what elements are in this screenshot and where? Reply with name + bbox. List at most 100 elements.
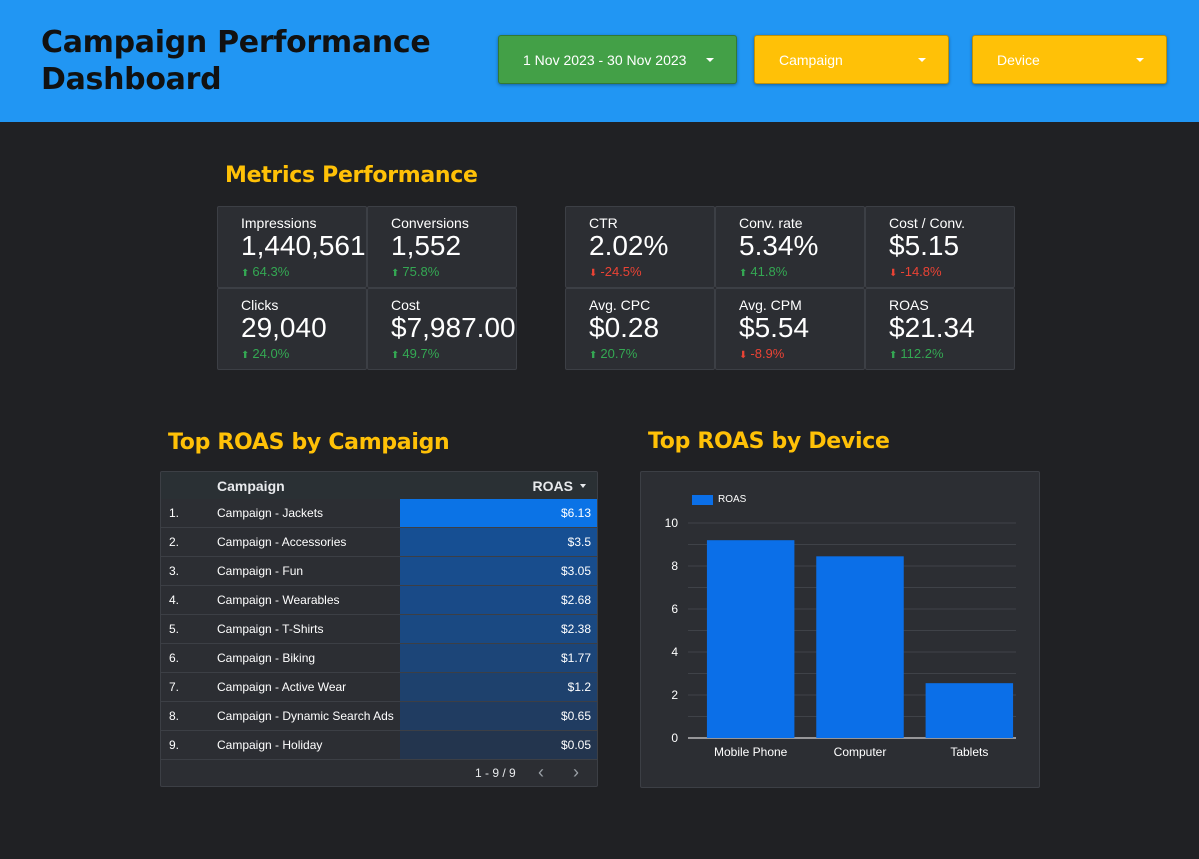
y-tick-label: 4 xyxy=(671,645,678,659)
roas-heat-cell: $0.65 xyxy=(400,702,597,730)
scorecard-value: $5.15 xyxy=(889,230,960,261)
roas-value: $2.38 xyxy=(560,622,591,636)
chevron-left-icon[interactable]: ‹ xyxy=(538,762,544,783)
scorecard-value: $21.34 xyxy=(889,312,975,343)
row-number: 8. xyxy=(169,709,180,723)
row-number: 4. xyxy=(169,593,180,607)
dashboard-header: Campaign Performance Dashboard 1 Nov 202… xyxy=(0,0,1199,122)
campaign-name: Campaign - Wearables xyxy=(217,593,340,607)
scorecard-value: $7,987.00 xyxy=(391,312,516,343)
scorecard-value: 1,440,561 xyxy=(241,230,366,261)
arrow-up-icon: ⬆ xyxy=(739,268,748,279)
date-range-picker[interactable]: 1 Nov 2023 - 30 Nov 2023 xyxy=(498,35,737,84)
campaign-filter-label: Campaign xyxy=(779,52,843,68)
scorecard: Impressions 1,440,561 ⬆ 64.3% xyxy=(217,206,367,288)
arrow-up-icon: ⬆ xyxy=(241,350,250,361)
scorecard-delta: ⬆ 49.7% xyxy=(391,346,439,361)
y-tick-label: 8 xyxy=(671,559,678,573)
x-tick-label: Tablets xyxy=(950,745,988,759)
y-tick-label: 0 xyxy=(671,731,678,745)
scorecard-delta: ⬇ -14.8% xyxy=(889,264,942,279)
scorecard-label: Clicks xyxy=(241,297,279,313)
roas-value: $3.5 xyxy=(567,535,591,549)
arrow-down-icon: ⬇ xyxy=(739,350,748,361)
scorecard-label: Avg. CPC xyxy=(589,297,651,313)
pagination-info: 1 - 9 / 9 xyxy=(475,766,516,780)
device-roas-chart: ROAS 0 2 4 6 8 10 Mobile Phone Computer Tablets xyxy=(640,471,1040,788)
table-row[interactable]: 1. Campaign - Jackets $6.13 xyxy=(161,499,597,528)
scorecard-value: 2.02% xyxy=(589,230,669,261)
device-filter[interactable]: Device xyxy=(972,35,1167,84)
campaign-name: Campaign - T-Shirts xyxy=(217,622,324,636)
column-header-roas[interactable]: ROAS xyxy=(533,478,573,494)
scorecard-value: 29,040 xyxy=(241,312,327,343)
scorecard-delta-value: 112.2% xyxy=(900,346,944,361)
scorecard-delta: ⬆ 75.8% xyxy=(391,264,439,279)
row-number: 9. xyxy=(169,738,180,752)
table-pagination: 1 - 9 / 9 ‹ › xyxy=(161,759,597,786)
roas-heat-cell: $1.2 xyxy=(400,673,597,701)
table-row[interactable]: 8. Campaign - Dynamic Search Ads $0.65 xyxy=(161,702,597,731)
table-row[interactable]: 5. Campaign - T-Shirts $2.38 xyxy=(161,615,597,644)
scorecard-delta-value: -8.9% xyxy=(750,346,785,361)
row-number: 5. xyxy=(169,622,180,636)
campaign-filter[interactable]: Campaign xyxy=(754,35,949,84)
campaign-name: Campaign - Accessories xyxy=(217,535,347,549)
scorecard-label: Impressions xyxy=(241,215,317,231)
arrow-up-icon: ⬆ xyxy=(241,268,250,279)
x-tick-label: Mobile Phone xyxy=(714,745,788,759)
device-chart-title: Top ROAS by Device xyxy=(648,429,890,454)
chevron-down-icon xyxy=(706,58,714,62)
roas-heat-cell: $0.05 xyxy=(400,731,597,759)
roas-value: $0.65 xyxy=(560,709,591,723)
table-row[interactable]: 2. Campaign - Accessories $3.5 xyxy=(161,528,597,557)
row-number: 6. xyxy=(169,651,180,665)
campaign-name: Campaign - Holiday xyxy=(217,738,323,752)
row-number: 2. xyxy=(169,535,180,549)
roas-value: $3.05 xyxy=(560,564,591,578)
scorecard-value: 5.34% xyxy=(739,230,819,261)
roas-value: $0.05 xyxy=(560,738,591,752)
scorecard: Avg. CPM $5.54 ⬇ -8.9% xyxy=(715,288,865,370)
page-title-line-2: Dashboard xyxy=(41,62,222,97)
page-title: Campaign Performance Dashboard xyxy=(41,24,431,98)
table-header: Campaign ROAS xyxy=(161,472,597,499)
chevron-right-icon[interactable]: › xyxy=(573,762,579,783)
scorecard-delta: ⬆ 112.2% xyxy=(889,346,944,361)
date-range-label: 1 Nov 2023 - 30 Nov 2023 xyxy=(523,52,687,68)
scorecard-label: Cost / Conv. xyxy=(889,215,965,231)
scorecard-delta: ⬆ 20.7% xyxy=(589,346,637,361)
table-row[interactable]: 9. Campaign - Holiday $0.05 xyxy=(161,731,597,760)
y-tick-label: 2 xyxy=(671,688,678,702)
table-row[interactable]: 7. Campaign - Active Wear $1.2 xyxy=(161,673,597,702)
arrow-up-icon: ⬆ xyxy=(589,350,598,361)
scorecard-label: ROAS xyxy=(889,297,929,313)
scorecard: Cost / Conv. $5.15 ⬇ -14.8% xyxy=(865,206,1015,288)
roas-value: $1.2 xyxy=(567,680,591,694)
row-number: 3. xyxy=(169,564,180,578)
row-number: 7. xyxy=(169,680,180,694)
scorecard-label: Avg. CPM xyxy=(739,297,802,313)
scorecard-label: Cost xyxy=(391,297,420,313)
column-header-campaign[interactable]: Campaign xyxy=(217,478,285,494)
scorecard: Clicks 29,040 ⬆ 24.0% xyxy=(217,288,367,370)
y-tick-label: 6 xyxy=(671,602,678,616)
chart-plot: 0 2 4 6 8 10 Mobile Phone Computer Tablets xyxy=(665,516,1016,759)
roas-heat-cell: $2.68 xyxy=(400,586,597,614)
scorecard-label: Conv. rate xyxy=(739,215,803,231)
campaign-name: Campaign - Active Wear xyxy=(217,680,347,694)
table-row[interactable]: 4. Campaign - Wearables $2.68 xyxy=(161,586,597,615)
table-row[interactable]: 3. Campaign - Fun $3.05 xyxy=(161,557,597,586)
bar-computer xyxy=(816,556,904,738)
bar-mobile-phone xyxy=(706,540,795,738)
table-row[interactable]: 6. Campaign - Biking $1.77 xyxy=(161,644,597,673)
row-number: 1. xyxy=(169,506,180,520)
scorecard-delta: ⬆ 64.3% xyxy=(241,264,289,279)
roas-heat-cell: $6.13 xyxy=(400,499,597,527)
roas-value: $1.77 xyxy=(560,651,591,665)
scorecard-delta-value: -14.8% xyxy=(900,264,942,279)
scorecard-delta: ⬇ -24.5% xyxy=(589,264,642,279)
y-tick-label: 10 xyxy=(665,516,679,530)
sort-descending-icon[interactable] xyxy=(580,484,586,488)
scorecard-delta-value: 75.8% xyxy=(402,264,440,279)
